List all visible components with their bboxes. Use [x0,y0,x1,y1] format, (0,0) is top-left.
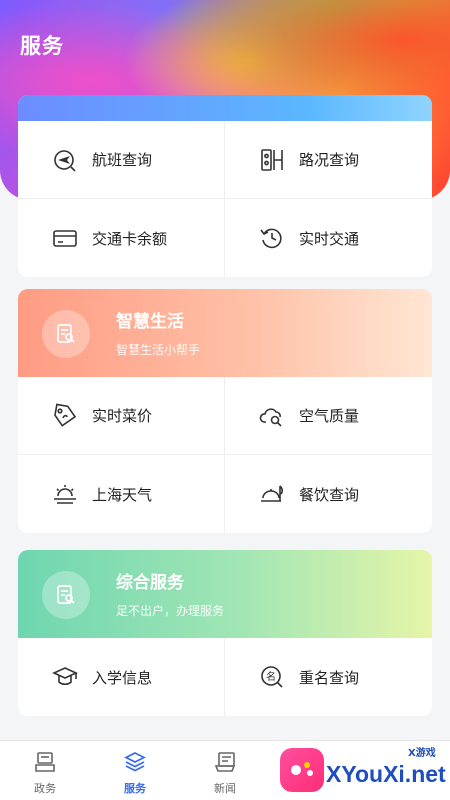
gamepad-logo-icon [280,748,324,792]
weather-icon [52,481,78,507]
transit-card-icon [52,225,78,251]
tab-label: 服务 [124,782,146,795]
section-title: 智慧生活 [116,312,184,332]
service-label: 实时交通 [299,229,360,248]
name-search-icon: 名 [259,664,285,690]
watermark: X游戏 XYouXi.net [278,742,450,800]
news-icon [214,751,236,777]
service-label: 入学信息 [92,668,153,687]
general-services-card: 综合服务 足不出户，办理服务 入学信息 名 重名查询 [18,550,432,716]
service-air-quality[interactable]: 空气质量 [225,377,432,455]
service-label: 餐饮查询 [299,485,360,504]
road-condition-icon [259,147,285,173]
service-name-duplicate-query[interactable]: 名 重名查询 [225,638,432,716]
service-veg-price[interactable]: 实时菜价 [18,377,225,455]
clock-history-icon [259,225,285,251]
svg-text:名: 名 [266,670,276,683]
service-label: 交通卡余额 [92,229,168,248]
section-subtitle: 智慧生活小帮手 [116,343,201,357]
section-title: 综合服务 [116,573,184,593]
tab-label: 政务 [34,782,56,795]
layers-icon [124,751,146,777]
service-enrollment-info[interactable]: 入学信息 [18,638,225,716]
service-dining-query[interactable]: 餐饮查询 [225,455,432,533]
page-title: 服务 [20,34,64,58]
transport-card: 航班查询 路况查询 交通卡余额 实时交通 [18,95,432,277]
tab-services[interactable]: 服务 [90,741,180,800]
service-label: 实时菜价 [92,407,153,425]
document-search-icon [42,310,90,358]
service-label: 上海天气 [92,485,153,504]
smart-life-header[interactable]: 智慧生活 智慧生活小帮手 [18,289,432,377]
graduation-cap-icon [52,664,78,690]
service-realtime-traffic[interactable]: 实时交通 [225,199,432,277]
service-label: 航班查询 [92,151,153,169]
plane-search-icon [52,147,78,173]
service-label: 空气质量 [299,407,360,425]
service-transit-card[interactable]: 交通卡余额 [18,199,225,277]
service-label: 路况查询 [299,151,360,169]
tab-news[interactable]: 新闻 [180,741,270,800]
service-flight-query[interactable]: 航班查询 [18,121,225,199]
watermark-small-text: X游戏 [408,748,436,759]
price-tag-icon [52,402,78,429]
service-road-query[interactable]: 路况查询 [225,121,432,199]
general-services-header[interactable]: 综合服务 足不出户，办理服务 [18,550,432,638]
document-search-icon [42,571,90,619]
smart-life-card: 智慧生活 智慧生活小帮手 实时菜价 空气质量 上海天气 餐饮查询 [18,289,432,533]
tab-label: 新闻 [214,782,236,795]
gov-icon [34,751,56,777]
service-label: 重名查询 [299,668,360,687]
service-shanghai-weather[interactable]: 上海天气 [18,455,225,533]
dining-icon [259,481,285,507]
watermark-text: XYouXi.net [326,761,446,787]
section-subtitle: 足不出户，办理服务 [116,604,225,618]
cloud-search-icon [259,403,285,429]
tab-gov[interactable]: 政务 [0,741,90,800]
card-top-strip [18,95,432,121]
